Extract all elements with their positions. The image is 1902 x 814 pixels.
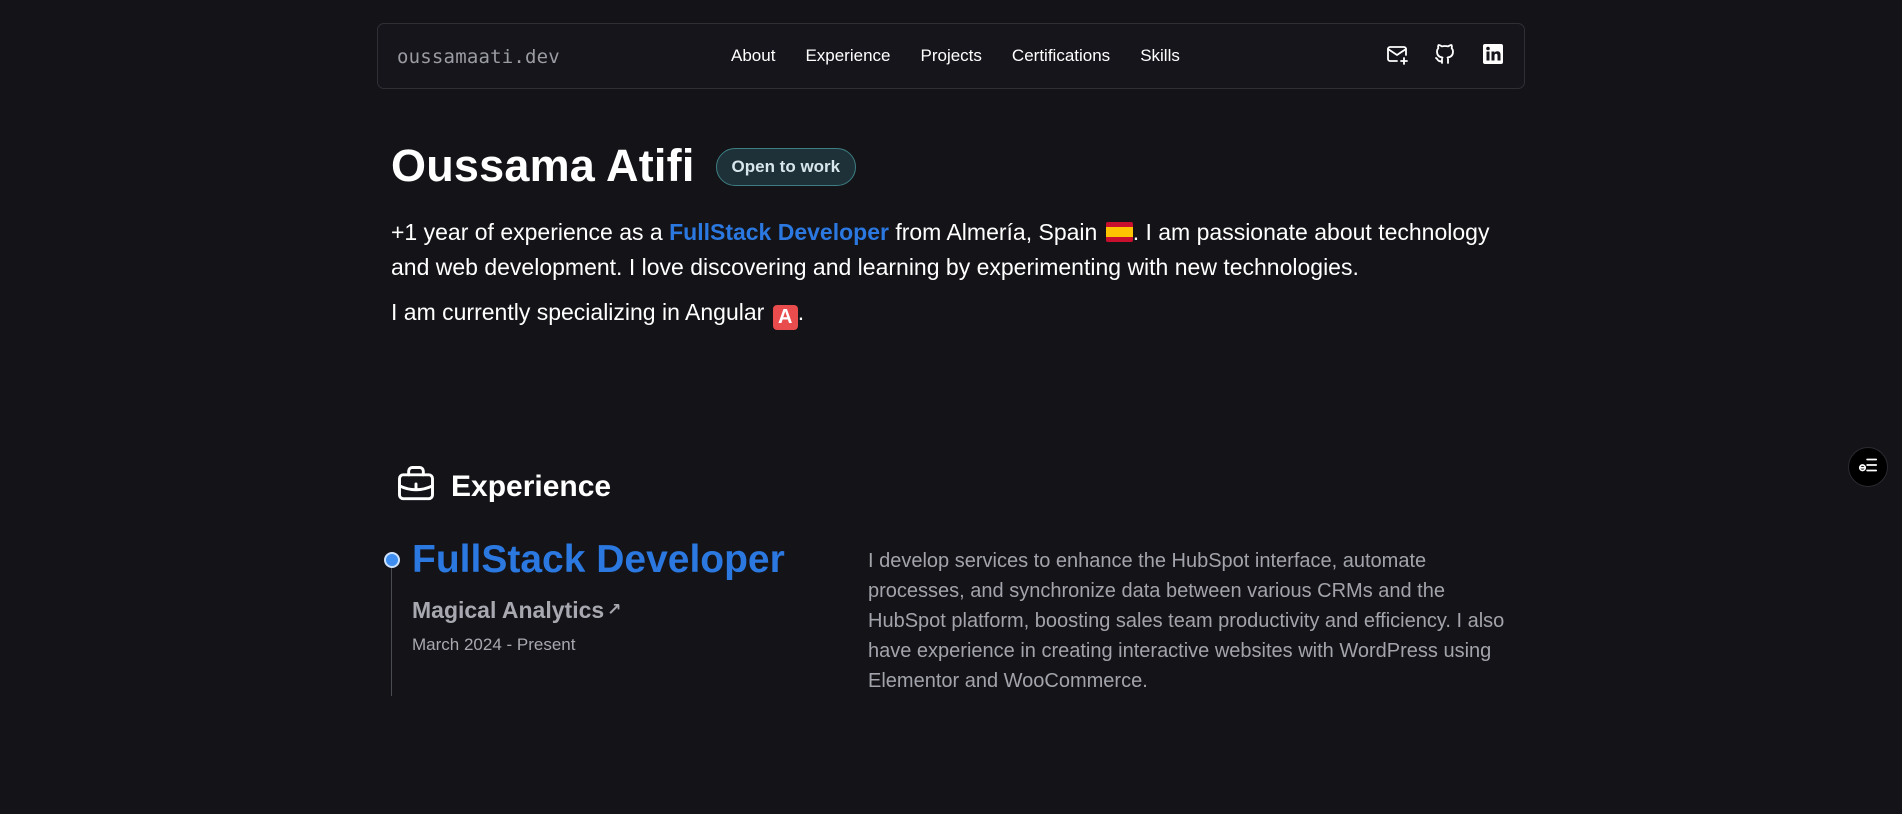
hero-title-row: Oussama Atifi Open to work <box>391 140 857 192</box>
job-description: I develop services to enhance the HubSpo… <box>868 550 1505 692</box>
company-name: Magical Analytics <box>412 597 605 623</box>
nav-link-about[interactable]: About <box>731 46 775 66</box>
external-link-icon: ↗ <box>607 600 622 619</box>
navbar: oussamaati.dev About Experience Projects… <box>377 23 1525 89</box>
intro-role-highlight: FullStack Developer <box>669 219 889 245</box>
menu-list-icon <box>1857 454 1879 481</box>
floating-menu-button[interactable] <box>1848 447 1888 487</box>
timeline-dot <box>384 552 400 568</box>
specializing-text: I am currently specializing in Angular <box>391 299 771 325</box>
spain-flag-icon <box>1105 222 1133 242</box>
company-link[interactable]: Magical Analytics ↗ <box>412 597 621 624</box>
nav-link-certifications[interactable]: Certifications <box>1012 46 1110 66</box>
job-dates: March 2024 - Present <box>412 635 576 654</box>
timeline-line <box>391 560 392 696</box>
mail-icon[interactable] <box>1384 41 1410 67</box>
github-icon[interactable] <box>1432 41 1458 67</box>
social-icons <box>1384 41 1506 67</box>
intro-paragraph: +1 year of experience as a FullStack Dev… <box>391 215 1521 285</box>
intro-location: from Almería, Spain <box>888 219 1104 245</box>
nav-link-skills[interactable]: Skills <box>1140 46 1180 66</box>
intro-text-start: +1 year of experience as a <box>391 219 670 245</box>
job-title: FullStack Developer <box>412 538 785 581</box>
experience-section-header: Experience <box>394 462 611 511</box>
specializing-paragraph: I am currently specializing in Angular A… <box>391 295 1521 330</box>
page-title: Oussama Atifi <box>391 140 695 191</box>
nav-links: About Experience Projects Certifications… <box>731 46 1210 66</box>
brand-logo[interactable]: oussamaati.dev <box>397 46 560 68</box>
nav-link-projects[interactable]: Projects <box>921 46 982 66</box>
specializing-period: . <box>797 299 805 325</box>
open-to-work-badge: Open to work <box>715 148 857 186</box>
angular-a-icon: A <box>772 305 798 330</box>
briefcase-icon <box>394 462 438 511</box>
linkedin-icon[interactable] <box>1480 41 1506 67</box>
nav-link-experience[interactable]: Experience <box>805 46 890 66</box>
hero-intro: +1 year of experience as a FullStack Dev… <box>391 215 1521 340</box>
experience-title: Experience <box>451 469 612 503</box>
